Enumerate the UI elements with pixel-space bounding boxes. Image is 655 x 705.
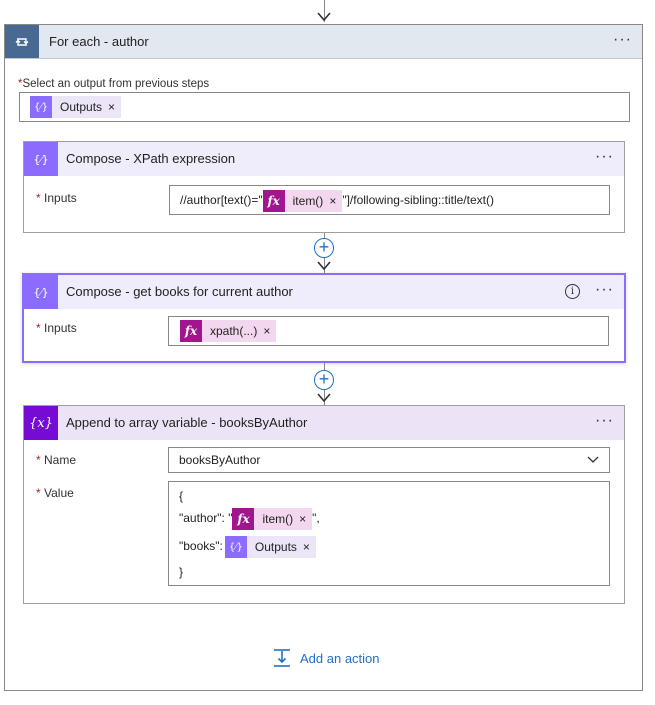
value-label: * Value — [36, 486, 74, 500]
fx-icon: fx — [232, 508, 255, 530]
compose-books-header[interactable]: {⁄} Compose - get books for current auth… — [24, 275, 624, 309]
inputs-label: * Inputs — [36, 321, 77, 335]
add-action-button[interactable]: Add an action — [272, 647, 380, 669]
compose-icon: {⁄} — [24, 275, 58, 309]
variable-name-dropdown[interactable]: booksByAuthor — [168, 447, 610, 473]
loop-icon — [5, 25, 39, 58]
compose-books-card: {⁄} Compose - get books for current auth… — [22, 273, 626, 363]
variable-value-field[interactable]: { "author": " fx item() × ", "books": {⁄} Outp… — [168, 481, 610, 586]
compose-xpath-card: {⁄} Compose - XPath expression ··· * Inp… — [23, 141, 625, 233]
remove-token-icon[interactable]: × — [263, 324, 276, 338]
info-icon[interactable]: i — [565, 284, 580, 299]
chevron-down-icon — [587, 456, 599, 463]
outputs-token[interactable]: {⁄} Outputs × — [30, 96, 122, 118]
more-options-icon[interactable]: ··· — [613, 25, 632, 58]
add-action-label: Add an action — [300, 650, 380, 666]
foreach-header[interactable]: For each - author ··· — [5, 25, 642, 59]
compose-books-title: Compose - get books for current author — [66, 284, 293, 299]
more-options-icon[interactable]: ··· — [595, 142, 614, 175]
compose-icon: {⁄} — [30, 96, 52, 118]
arrow-down-icon — [317, 12, 331, 22]
arrow-down-icon — [317, 393, 331, 403]
xpath-token[interactable]: fx xpath(...) × — [180, 320, 277, 342]
item-token[interactable]: fx item() × — [262, 187, 343, 215]
variable-icon: {x} — [24, 406, 58, 440]
add-action-icon — [274, 649, 290, 667]
author-line: "author": " fx item() × ", — [179, 508, 599, 536]
compose-icon: {⁄} — [24, 142, 58, 176]
books-line: "books": {⁄} Outputs × — [179, 536, 599, 564]
item-token[interactable]: fx item() × — [232, 508, 313, 530]
remove-token-icon[interactable]: × — [299, 512, 312, 526]
compose-xpath-title: Compose - XPath expression — [66, 151, 236, 166]
select-output-label: *Select an output from previous steps — [18, 78, 210, 90]
inputs-label: * Inputs — [36, 191, 77, 205]
xpath-inputs-field[interactable]: //author[text()=" fx item() × "]/following-s… — [169, 185, 610, 215]
append-variable-card: {x} Append to array variable - booksByAu… — [23, 405, 625, 604]
compose-xpath-header[interactable]: {⁄} Compose - XPath expression ··· — [24, 142, 624, 176]
fx-icon: fx — [180, 320, 202, 342]
remove-token-icon[interactable]: × — [108, 100, 121, 114]
remove-token-icon[interactable]: × — [329, 187, 342, 215]
arrow-down-icon — [317, 261, 331, 271]
append-variable-title: Append to array variable - booksByAuthor — [66, 415, 308, 430]
foreach-title: For each - author — [49, 34, 149, 49]
compose-icon: {⁄} — [224, 536, 247, 558]
select-output-field[interactable]: {⁄} Outputs × — [19, 92, 630, 122]
more-options-icon[interactable]: ··· — [595, 406, 614, 439]
more-options-icon[interactable]: ··· — [595, 275, 614, 308]
fx-icon: fx — [262, 189, 285, 212]
insert-step-button[interactable]: + — [314, 238, 334, 258]
outputs-token[interactable]: {⁄} Outputs × — [224, 536, 316, 558]
books-inputs-field[interactable]: fx xpath(...) × — [168, 316, 609, 346]
append-variable-header[interactable]: {x} Append to array variable - booksByAu… — [24, 406, 624, 440]
name-label: * Name — [36, 453, 77, 467]
insert-step-button[interactable]: + — [314, 370, 334, 390]
remove-token-icon[interactable]: × — [303, 540, 316, 554]
